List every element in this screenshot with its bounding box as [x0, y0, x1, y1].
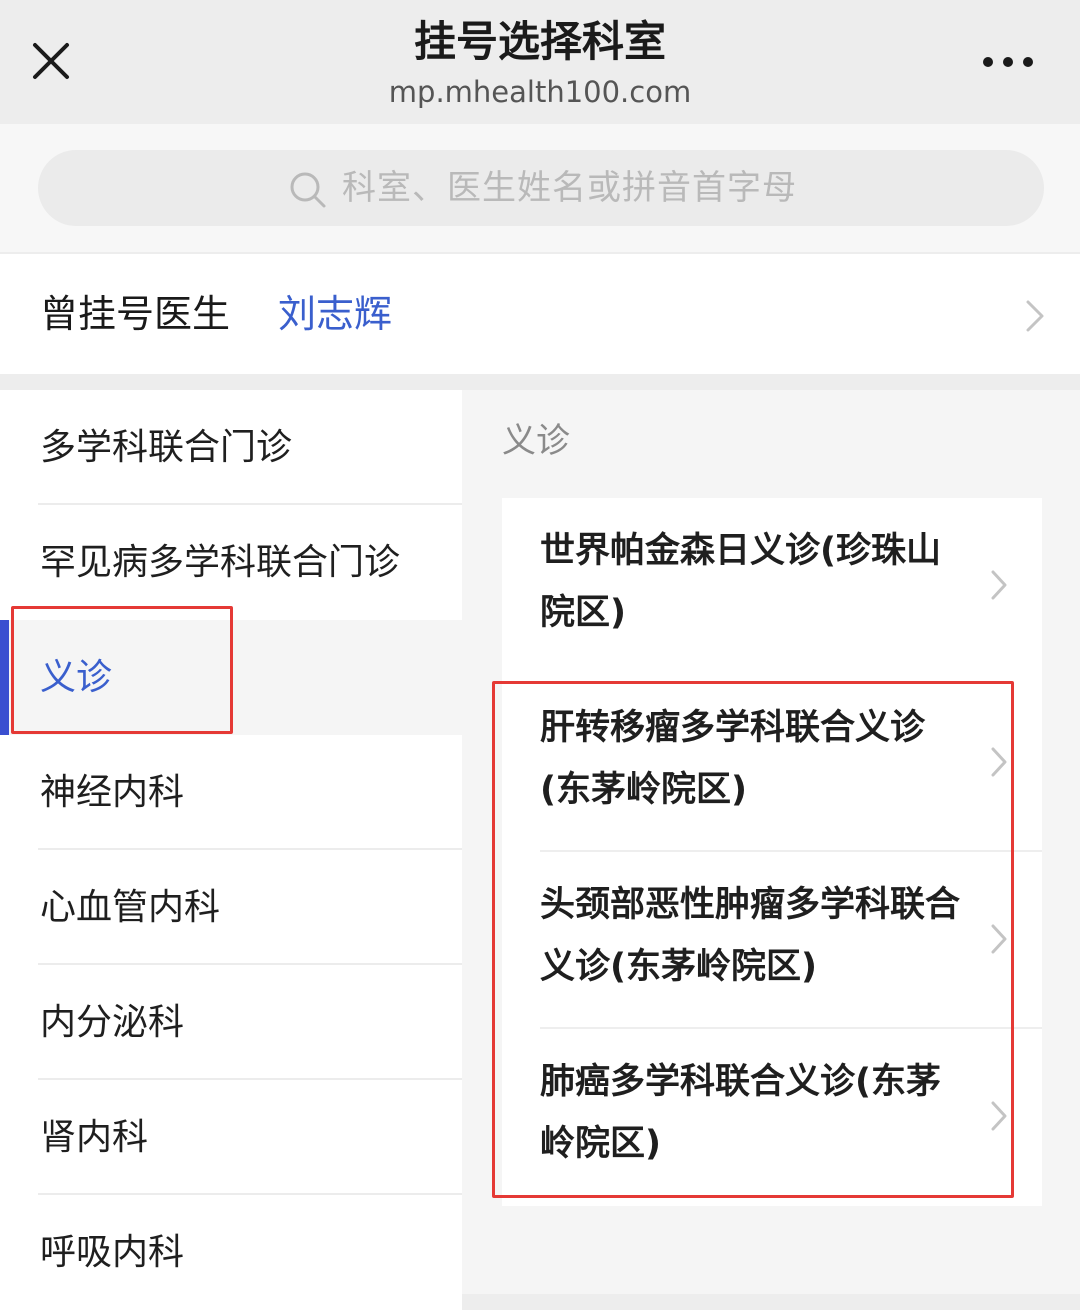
search-area: 科室、医生姓名或拼音首字母	[0, 124, 1080, 252]
department-list: 多学科联合门诊 罕见病多学科联合门诊 义诊 神经内科 心血管内科 内分泌科 肾内…	[0, 390, 462, 1310]
recent-doctor-label: 曾挂号医生	[40, 292, 231, 336]
department-item[interactable]: 神经内科	[0, 735, 462, 850]
department-item[interactable]: 呼吸内科	[0, 1195, 462, 1310]
department-label: 呼吸内科	[40, 1232, 185, 1273]
department-item[interactable]: 多学科联合门诊	[0, 390, 462, 505]
department-label: 心血管内科	[40, 887, 221, 928]
recent-doctor-row[interactable]: 曾挂号医生 刘志辉	[0, 254, 1080, 374]
search-placeholder: 科室、医生姓名或拼音首字母	[342, 168, 797, 208]
page-title: 挂号选择科室	[413, 17, 666, 66]
department-item[interactable]: 肾内科	[0, 1080, 462, 1195]
highlight-box-department	[11, 606, 233, 734]
department-label: 内分泌科	[40, 1002, 185, 1043]
page-url: mp.mhealth100.com	[388, 75, 692, 109]
department-item[interactable]: 内分泌科	[0, 965, 462, 1080]
active-indicator	[0, 620, 9, 735]
department-item[interactable]: 心血管内科	[0, 850, 462, 965]
top-bar: 挂号选择科室 mp.mhealth100.com	[0, 0, 1080, 124]
recent-doctor-name[interactable]: 刘志辉	[278, 288, 392, 340]
search-icon	[290, 172, 326, 208]
clinic-item[interactable]: 世界帕金森日义诊(珍珠山院区)	[502, 498, 1042, 675]
department-label: 多学科联合门诊	[40, 427, 293, 468]
department-label: 神经内科	[40, 772, 185, 813]
search-input[interactable]: 科室、医生姓名或拼音首字母	[38, 150, 1044, 226]
clinic-name: 世界帕金森日义诊(珍珠山院区)	[540, 531, 941, 633]
more-dots-icon[interactable]	[980, 44, 1036, 80]
highlight-box-clinics	[492, 681, 1014, 1198]
department-item[interactable]: 罕见病多学科联合门诊	[0, 505, 462, 620]
chevron-right-icon	[1026, 300, 1044, 332]
chevron-right-icon	[991, 570, 1007, 600]
department-label: 肾内科	[40, 1117, 149, 1158]
section-title: 义诊	[502, 421, 570, 461]
department-label: 罕见病多学科联合门诊	[40, 542, 401, 583]
